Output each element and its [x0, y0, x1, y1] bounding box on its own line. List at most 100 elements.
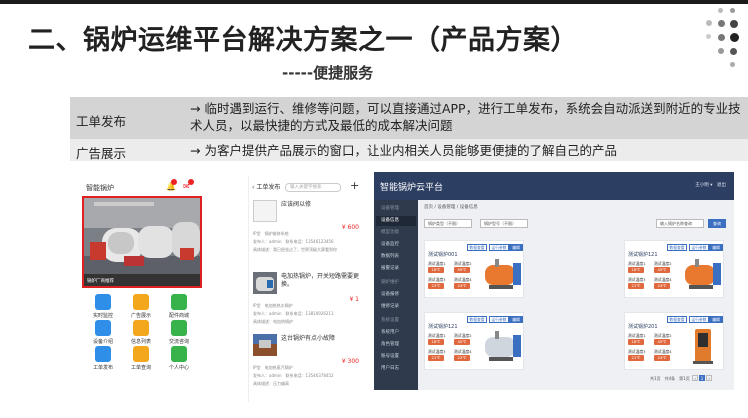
- monitor-icon: [95, 294, 111, 310]
- page-1-button[interactable]: 1: [699, 375, 705, 381]
- next-page-button[interactable]: ›: [706, 375, 712, 381]
- sensor-value: 23℃: [454, 355, 470, 361]
- list-icon: [133, 320, 149, 336]
- sensor-value: 24℃: [454, 283, 470, 289]
- feature-text: → 临时遇到运行、维修等问题，可以直接通过APP，进行工单发布，系统会自动派送到…: [190, 101, 741, 133]
- prev-page-button[interactable]: ‹: [692, 375, 698, 381]
- order-title: 这台锅炉有点小故障: [281, 335, 336, 342]
- sidebar-item[interactable]: 报警记录: [376, 264, 416, 274]
- order-meta: IP型 电加热蒸汽锅炉: [253, 365, 293, 370]
- grid-item-chat[interactable]: 交流咨询: [164, 320, 194, 345]
- boiler-card[interactable]: 测试锅炉001 数据查看 运行参数 编辑 测试温度1 18℃ 测试温度2 99℃ 测试温度3 23…: [424, 240, 524, 298]
- card-action-button[interactable]: 编辑: [509, 316, 523, 323]
- sidebar-item[interactable]: 模型功能: [376, 228, 416, 238]
- order-meta: 具体描述：压力偏高: [253, 381, 289, 386]
- sidebar-item[interactable]: 设备监控: [376, 240, 416, 250]
- sensor-value: 24℃: [654, 283, 670, 289]
- boiler-image: [693, 329, 713, 364]
- order-image: [253, 272, 277, 294]
- order-meta: IP型 锅炉维修系统: [253, 231, 289, 236]
- order-card[interactable]: 电加热锅炉，开关短路需要更换。 ¥ 1 IP型 电加热热水锅炉 发布人：admi…: [253, 270, 361, 334]
- card-action-button[interactable]: 运行参数: [689, 316, 709, 323]
- order-header: ‹ 工单发布 输入关键字搜索 +: [249, 179, 363, 194]
- order-card[interactable]: 这台锅炉有点小故障 ¥ 300 IP型 电加热蒸汽锅炉 发布人：admin 联系…: [253, 332, 361, 396]
- boiler-card[interactable]: 测试锅炉121 数据查看 运行参数 编辑 测试温度1 18℃ 测试温度2 45℃ 测试温度3 21…: [624, 240, 724, 298]
- card-action-button[interactable]: 编辑: [509, 244, 523, 251]
- slide: 二、锅炉运维平台解决方案之一（产品方案） -----便捷服务 工单发布 → 临时…: [0, 0, 748, 418]
- search-input[interactable]: 输入关键字搜索: [285, 183, 341, 192]
- device-icon: [95, 320, 111, 336]
- order-price: ¥ 600: [341, 224, 359, 231]
- card-action-button[interactable]: 编辑: [709, 244, 723, 251]
- order-icon: [95, 346, 111, 362]
- boiler-card[interactable]: 测试锅炉121 数据查看 运行参数 编辑 测试温度1 18℃ 测试温度2 40℃ 测试温度3 21…: [424, 312, 524, 370]
- boiler-name: 测试锅炉121: [628, 252, 658, 258]
- card-action-button[interactable]: 数据查看: [667, 316, 687, 323]
- message-icon[interactable]: ✉: [183, 179, 194, 191]
- boiler-name: 测试锅炉201: [628, 324, 658, 330]
- boiler-name-input[interactable]: 输入锅炉名称查询: [656, 219, 704, 228]
- order-title: 应该阀以修: [281, 201, 312, 208]
- sensor-value: 45℃: [654, 267, 670, 273]
- card-action-button[interactable]: 数据查看: [467, 244, 487, 251]
- boiler-name: 测试锅炉121: [428, 324, 458, 330]
- sidebar-item[interactable]: 账号设置: [376, 352, 416, 362]
- order-meta: IP型 电加热热水锅炉: [253, 303, 293, 308]
- grid-item-list[interactable]: 信息列表: [126, 320, 156, 345]
- sidebar-item[interactable]: 用户日志: [376, 364, 416, 374]
- order-card[interactable]: 应该阀以修 ¥ 600 IP型 锅炉维修系统 发布人：admin 联系电话：13…: [253, 198, 361, 262]
- sidebar-item[interactable]: 角色管理: [376, 340, 416, 350]
- sidebar-item-active[interactable]: 设备信息: [376, 216, 416, 226]
- sidebar-item[interactable]: 设备管理: [376, 204, 416, 214]
- grid-item-shop[interactable]: 配件商城: [164, 294, 194, 319]
- order-meta: 发布人：admin 联系电话：13546123456: [253, 239, 334, 244]
- back-button[interactable]: ‹ 工单发布: [252, 182, 280, 191]
- sidebar-item[interactable]: 数据列表: [376, 252, 416, 262]
- user-menu[interactable]: 王小明 ▾ 退出: [695, 182, 726, 188]
- order-meta: 发布人：admin 联系电话：13546378452: [253, 373, 334, 378]
- grid-item-user[interactable]: 个人中心: [164, 346, 194, 371]
- sidebar-item[interactable]: 维修记录: [376, 302, 416, 312]
- advert-icon: [133, 294, 149, 310]
- web-logo: 智能锅炉云平台: [380, 183, 444, 193]
- banner-image[interactable]: 锅炉厂商推荐: [82, 196, 202, 288]
- grid-item-advert[interactable]: 广告展示: [126, 294, 156, 319]
- boiler-type-select[interactable]: 锅炉类型（不限）: [424, 219, 472, 228]
- query-icon: [133, 346, 149, 362]
- card-action-button[interactable]: 运行参数: [689, 244, 709, 251]
- bell-icon[interactable]: 🔔: [166, 179, 177, 191]
- boiler-card[interactable]: 测试锅炉201 数据查看 运行参数 编辑 测试温度1 18℃ 测试温度2 45℃ 测试温度3 21…: [624, 312, 724, 370]
- slide-subtitle: -----便捷服务: [282, 64, 374, 82]
- boiler-model-select[interactable]: 锅炉型号（不限）: [480, 219, 528, 228]
- card-action-button[interactable]: 数据查看: [667, 244, 687, 251]
- add-button[interactable]: +: [350, 179, 359, 192]
- grid-item-device[interactable]: 设备介绍: [88, 320, 118, 345]
- order-price: ¥ 300: [341, 358, 359, 365]
- grid-item-monitor[interactable]: 实时监控: [88, 294, 118, 319]
- phone-home-screen: 智能锅炉 🔔 ✉ 锅炉厂商推荐 实时监控 广告展示 配件商城 设备介绍 信息列表…: [82, 176, 202, 390]
- card-action-button[interactable]: 运行参数: [489, 316, 509, 323]
- user-icon: [171, 346, 187, 362]
- boiler-image: [485, 331, 521, 361]
- sidebar-item[interactable]: 系统设置: [376, 316, 416, 326]
- search-button[interactable]: 查询: [708, 219, 726, 228]
- order-image: [253, 200, 277, 222]
- feature-label: 广告展示: [76, 146, 127, 161]
- sidebar-item[interactable]: 设备报修: [376, 290, 416, 300]
- grid-item-order[interactable]: 工单发布: [88, 346, 118, 371]
- order-meta: 具体描述：电加热锅炉: [253, 319, 293, 324]
- sensor-value: 18℃: [628, 267, 644, 273]
- sensor-value: 23℃: [428, 283, 444, 289]
- sidebar-item[interactable]: 系统用户: [376, 328, 416, 338]
- slide-title: 二、锅炉运维平台解决方案之一（产品方案）: [28, 25, 578, 56]
- grid-item-query[interactable]: 工单查询: [126, 346, 156, 371]
- sidebar-item[interactable]: 锅炉维护: [376, 278, 416, 288]
- feature-row-order: 工单发布 → 临时遇到运行、维修等问题，可以直接通过APP，进行工单发布，系统会…: [70, 97, 748, 139]
- filter-bar: 锅炉类型（不限） 锅炉型号（不限） 输入锅炉名称查询 查询: [424, 219, 728, 231]
- card-action-button[interactable]: 编辑: [709, 316, 723, 323]
- web-sidebar: 设备管理 设备信息 模型功能 设备监控 数据列表 报警记录 锅炉维护 设备报修 …: [374, 200, 418, 390]
- card-action-button[interactable]: 运行参数: [489, 244, 509, 251]
- sensor-value: 40℃: [454, 339, 470, 345]
- card-action-button[interactable]: 数据查看: [467, 316, 487, 323]
- pagination: 共1页 共4条 第1页 ‹ 1 ›: [650, 375, 712, 382]
